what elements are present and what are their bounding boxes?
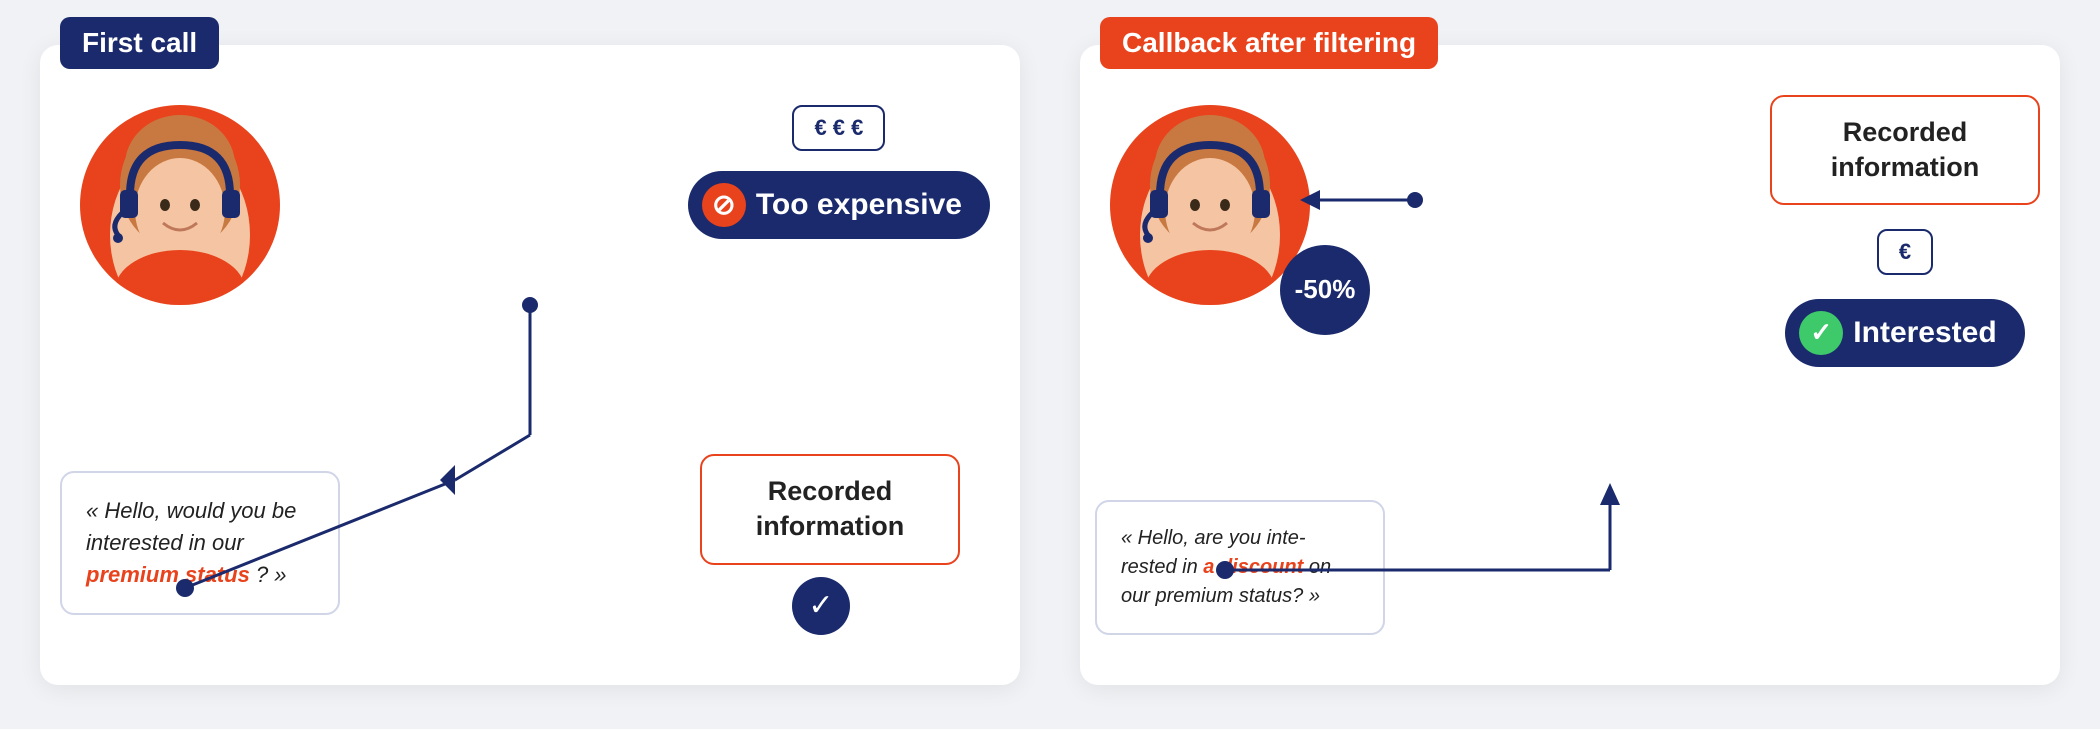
interested-badge: ✓ Interested — [1785, 299, 2024, 367]
recorded-info-box-2: Recorded information — [1770, 95, 2040, 205]
too-expensive-badge: ⊘ Too expensive — [688, 171, 990, 239]
speech-bubble-2: « Hello, are you inte-rested in a discou… — [1095, 500, 1385, 635]
first-call-panel: First call — [40, 45, 1020, 685]
callback-panel: Callback after filtering — [1080, 45, 2060, 685]
first-call-badge: First call — [60, 17, 219, 69]
euro-tag: € — [1877, 229, 1933, 275]
discount-badge: -50% — [1280, 245, 1370, 335]
no-icon: ⊘ — [702, 183, 746, 227]
right-area: € € € ⊘ Too expensive — [688, 105, 990, 239]
speech-bubble: « Hello, would you be interested in our … — [60, 471, 340, 615]
avatar — [70, 95, 290, 315]
check-icon: ✓ — [1799, 311, 1843, 355]
right-area-2: Recorded information € ✓ Interested — [1770, 95, 2040, 367]
check-circle: ✓ — [792, 577, 850, 635]
recorded-info-box: Recorded information — [700, 454, 960, 564]
price-tag: € € € — [792, 105, 885, 151]
callback-badge: Callback after filtering — [1100, 17, 1438, 69]
